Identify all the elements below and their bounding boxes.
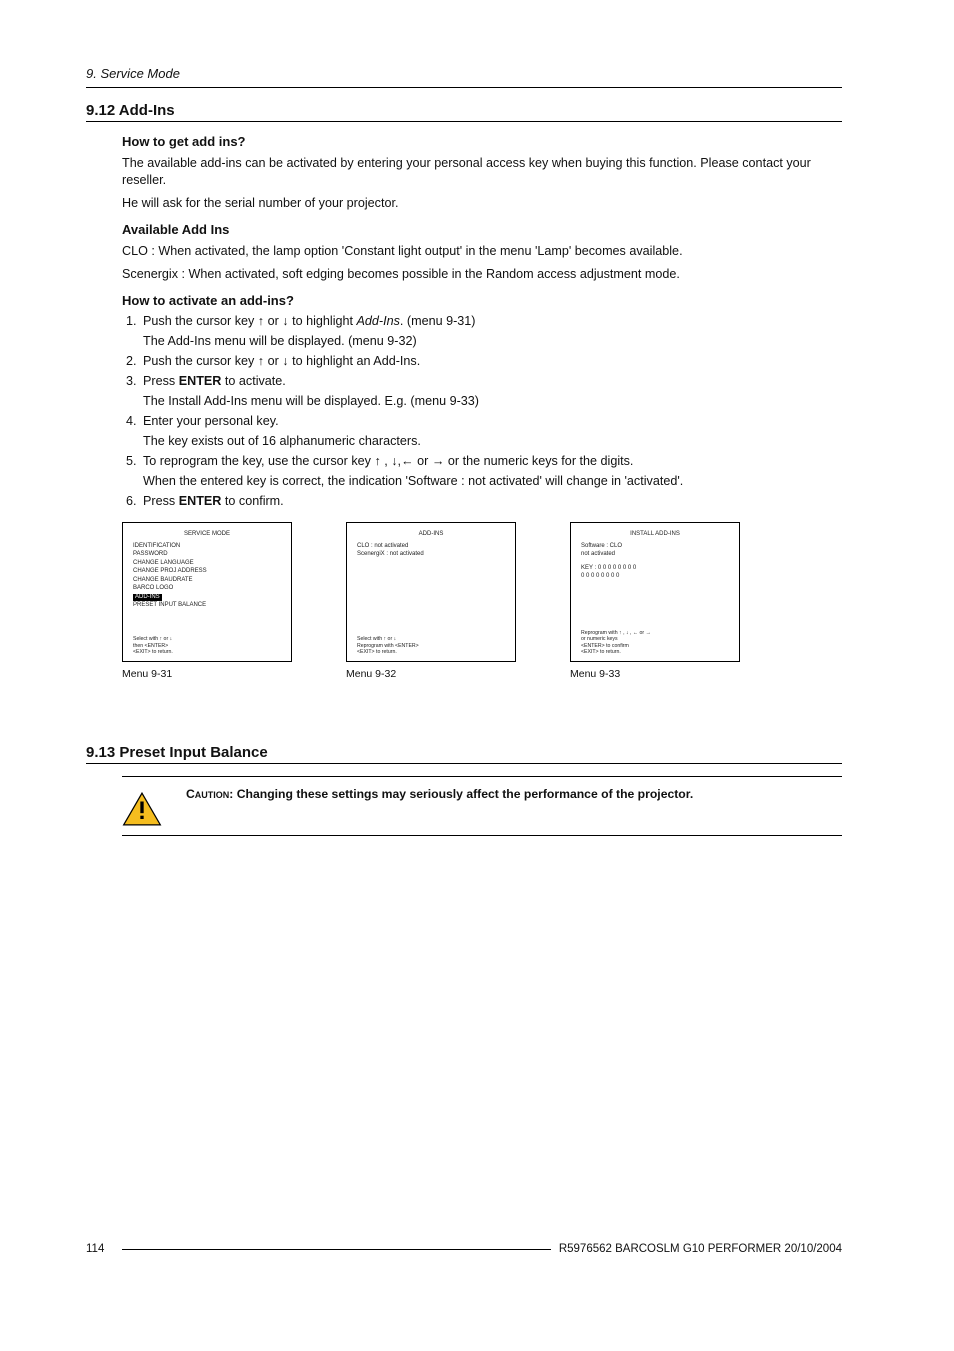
step-3-note: The Install Add-Ins menu will be display… bbox=[143, 394, 842, 408]
step-5-note: When the entered key is correct, the ind… bbox=[143, 474, 842, 488]
page-number: 114 bbox=[86, 1243, 104, 1255]
screen-b: ADD-INS CLO : not activated ScenergiX : … bbox=[346, 522, 516, 680]
warning-icon bbox=[122, 785, 162, 827]
subhead-how-to-get: How to get add ins? bbox=[122, 134, 842, 149]
screen-box-b: ADD-INS CLO : not activated ScenergiX : … bbox=[346, 522, 516, 662]
screen-c: INSTALL ADD-INS Software : CLO not activ… bbox=[570, 522, 740, 680]
section-rule bbox=[86, 763, 842, 764]
section-9-12-title: 9.12 Add-Ins bbox=[86, 102, 842, 119]
screen-box-a: SERVICE MODE IDENTIFICATION PASSWORD CHA… bbox=[122, 522, 292, 662]
caution-block: Caution: Changing these settings may ser… bbox=[122, 776, 842, 836]
step-4-note: The key exists out of 16 alphanumeric ch… bbox=[143, 434, 842, 448]
steps-list: Push the cursor key ↑ or ↓ to highlight … bbox=[122, 314, 842, 508]
footer-doc-id: R5976562 BARCOSLM G10 PERFORMER 20/10/20… bbox=[559, 1243, 842, 1255]
step-4: Enter your personal key. The key exists … bbox=[140, 414, 842, 448]
section-9-13-title: 9.13 Preset Input Balance bbox=[86, 744, 842, 761]
screen-box-c: INSTALL ADD-INS Software : CLO not activ… bbox=[570, 522, 740, 662]
paragraph: He will ask for the serial number of you… bbox=[122, 195, 842, 212]
subhead-how-activate: How to activate an add-ins? bbox=[122, 293, 842, 308]
section-9-12-body: How to get add ins? The available add-in… bbox=[122, 134, 842, 508]
screen-a-caption: Menu 9-31 bbox=[122, 668, 292, 680]
step-1-note: The Add-Ins menu will be displayed. (men… bbox=[143, 334, 842, 348]
paragraph: The available add-ins can be activated b… bbox=[122, 155, 842, 189]
screen-c-caption: Menu 9-33 bbox=[570, 668, 740, 680]
paragraph: CLO : When activated, the lamp option 'C… bbox=[122, 243, 842, 260]
running-header: 9. Service Mode bbox=[86, 66, 842, 81]
subhead-available: Available Add Ins bbox=[122, 222, 842, 237]
step-3: Press ENTER to activate. The Install Add… bbox=[140, 374, 842, 408]
footer-rule bbox=[122, 1249, 550, 1250]
section-rule bbox=[86, 121, 842, 122]
step-2: Push the cursor key ↑ or ↓ to highlight … bbox=[140, 354, 842, 368]
paragraph: Scenergix : When activated, soft edging … bbox=[122, 266, 842, 283]
page-footer: 114 R5976562 BARCOSLM G10 PERFORMER 20/1… bbox=[86, 1243, 842, 1255]
header-rule bbox=[86, 87, 842, 88]
page: 9. Service Mode 9.12 Add-Ins How to get … bbox=[0, 0, 954, 1351]
screen-b-caption: Menu 9-32 bbox=[346, 668, 516, 680]
screens-row: SERVICE MODE IDENTIFICATION PASSWORD CHA… bbox=[122, 522, 842, 680]
step-1: Push the cursor key ↑ or ↓ to highlight … bbox=[140, 314, 842, 348]
screen-a: SERVICE MODE IDENTIFICATION PASSWORD CHA… bbox=[122, 522, 292, 680]
step-6: Press ENTER to confirm. bbox=[140, 494, 842, 508]
caution-text: Caution: Changing these settings may ser… bbox=[186, 785, 693, 801]
step-5: To reprogram the key, use the cursor key… bbox=[140, 454, 842, 488]
